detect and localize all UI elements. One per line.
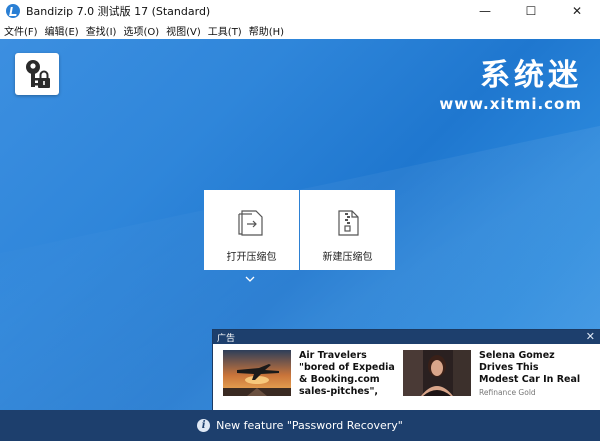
watermark-url: www.xitmi.com — [439, 95, 582, 113]
minimize-button[interactable]: — — [462, 0, 508, 22]
chevron-down-icon[interactable] — [244, 275, 256, 283]
key-lock-icon — [26, 60, 50, 88]
maximize-button[interactable]: ☐ — [508, 0, 554, 22]
celebrity-photo-image — [403, 350, 471, 396]
new-archive-button[interactable]: 新建压缩包 — [300, 190, 395, 270]
bandizip-app-icon[interactable] — [6, 4, 20, 18]
new-archive-label: 新建压缩包 — [322, 252, 373, 263]
info-icon: i — [197, 419, 211, 432]
window-title: Bandizip 7.0 测试版 17 (Standard) — [26, 5, 211, 18]
ad-panel: 广告 ✕ Air Travelers "bored of Expedia & B… — [212, 329, 600, 412]
menu-edit[interactable]: 编辑(E) — [41, 23, 82, 38]
watermark: 系统迷 www.xitmi.com — [439, 58, 582, 114]
ad-headline-travel[interactable]: Air Travelers "bored of Expedia & Bookin… — [299, 350, 401, 398]
open-archive-button[interactable]: 打开压缩包 — [204, 190, 299, 270]
menu-file[interactable]: 文件(F) — [0, 23, 41, 38]
status-bar[interactable]: i New feature "Password Recovery" — [0, 410, 600, 441]
menu-options[interactable]: 选项(O) — [119, 23, 162, 38]
menu-find[interactable]: 查找(I) — [82, 23, 120, 38]
ad-header-label: 广告 — [217, 333, 236, 344]
open-archive-label: 打开压缩包 — [226, 252, 277, 263]
open-archive-icon — [237, 210, 263, 236]
new-archive-icon — [337, 210, 359, 236]
menu-tools[interactable]: 工具(T) — [204, 23, 245, 38]
password-manager-button[interactable] — [15, 53, 59, 95]
ad-source-label: Refinance Gold — [479, 388, 536, 397]
close-button[interactable]: ✕ — [554, 0, 600, 22]
ad-item-travel[interactable]: Air Travelers "bored of Expedia & Bookin… — [223, 350, 401, 398]
ad-header: 广告 ✕ — [213, 330, 600, 344]
menu-help[interactable]: 帮助(H) — [245, 23, 287, 38]
airplane-sunset-image — [223, 350, 291, 396]
window-controls: — ☐ ✕ — [462, 0, 600, 22]
menu-view[interactable]: 视图(V) — [162, 23, 204, 38]
ad-item-celebrity[interactable]: Selena Gomez Drives This Modest Car In R… — [403, 350, 581, 398]
ad-body: Air Travelers "bored of Expedia & Bookin… — [213, 344, 600, 398]
ad-headline-celebrity[interactable]: Selena Gomez Drives This Modest Car In R… — [479, 350, 581, 386]
menu-bar: 文件(F) 编辑(E) 查找(I) 选项(O) 视图(V) 工具(T) 帮助(H… — [0, 22, 600, 39]
title-bar: Bandizip 7.0 测试版 17 (Standard) — ☐ ✕ — [0, 0, 600, 22]
ad-close-button[interactable]: ✕ — [586, 330, 595, 344]
watermark-title: 系统迷 — [480, 58, 582, 93]
status-text[interactable]: New feature "Password Recovery" — [216, 419, 403, 432]
